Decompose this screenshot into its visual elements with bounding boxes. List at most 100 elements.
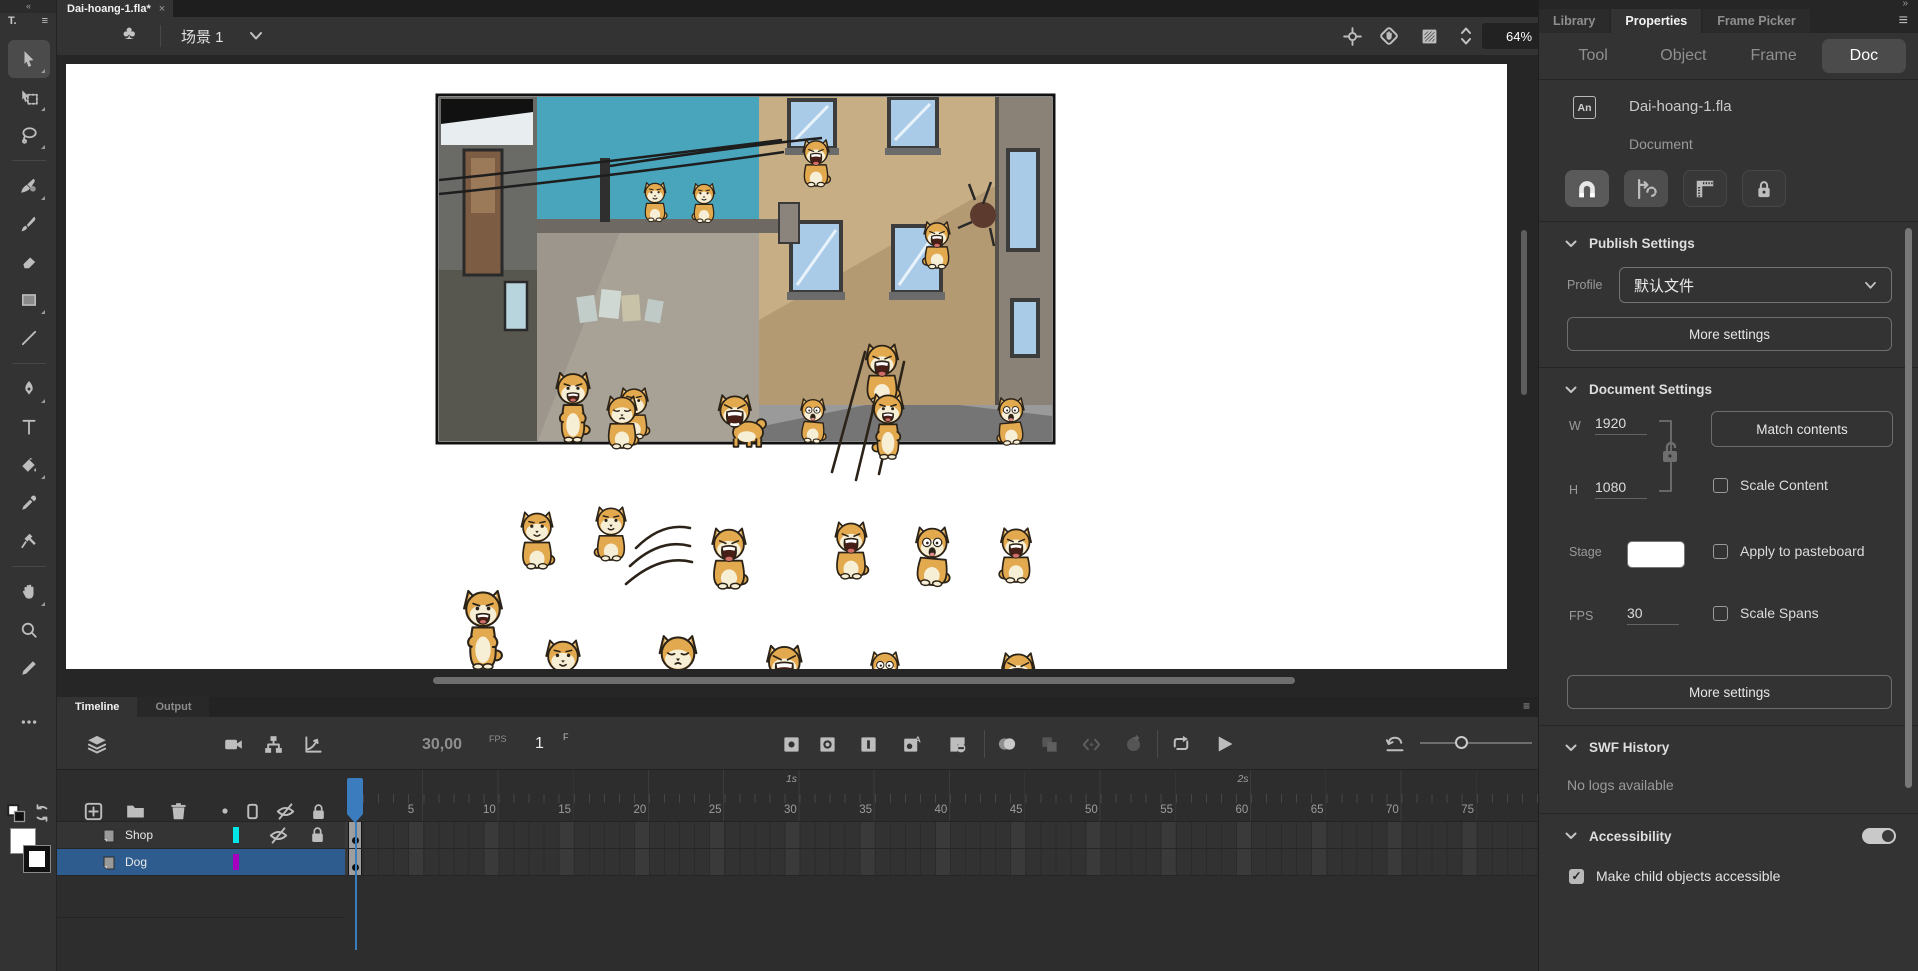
stroke-color-swatch[interactable] <box>24 846 50 872</box>
onion-skin-icon[interactable] <box>997 734 1017 754</box>
panel-menu-icon[interactable]: ≡ <box>42 15 48 27</box>
fluid-brush-tool-button[interactable] <box>8 167 50 205</box>
hand-tool-button[interactable] <box>8 573 50 611</box>
auto-keyframe-icon[interactable]: A <box>902 734 922 754</box>
play-icon[interactable] <box>1215 734 1235 754</box>
frame-row-dog[interactable] <box>345 849 1538 876</box>
tab-timeline[interactable]: Timeline <box>57 697 137 717</box>
swap-colors-icon[interactable] <box>7 804 27 824</box>
stage-canvas[interactable] <box>66 64 1507 669</box>
dog-sleep[interactable] <box>660 636 699 669</box>
layer-row-dog[interactable]: Dog <box>57 849 345 876</box>
line-tool-button[interactable] <box>8 319 50 357</box>
frame-row-shop[interactable] <box>345 822 1538 849</box>
reset-colors-icon[interactable] <box>33 804 51 822</box>
new-folder-icon[interactable] <box>125 801 145 821</box>
frame-ruler[interactable]: 510152025303540455055606570751s2s <box>345 770 1538 822</box>
timeline-zoom-slider[interactable] <box>1420 742 1532 744</box>
subtab-tool[interactable]: Tool <box>1551 39 1635 73</box>
scene-name[interactable]: 场景 1 <box>181 26 224 47</box>
selection-tool-button[interactable] <box>8 40 50 78</box>
dog-shock[interactable] <box>916 527 951 587</box>
outline-color-header-icon[interactable] <box>215 801 235 821</box>
canvas-horizontal-scrollbar[interactable] <box>433 677 1295 684</box>
zoom-tool-button[interactable] <box>8 611 50 649</box>
layer-locked-icon[interactable] <box>309 826 326 843</box>
dog-sit[interactable] <box>595 507 626 561</box>
center-stage-icon[interactable] <box>1343 27 1362 46</box>
rectangle-tool-button[interactable] <box>8 281 50 319</box>
layer-name[interactable]: Dog <box>125 855 147 869</box>
swf-history-header[interactable]: SWF History <box>1539 740 1918 755</box>
snap-align-button[interactable] <box>1624 170 1668 207</box>
new-layer-icon[interactable] <box>83 801 103 821</box>
accessibility-header[interactable]: Accessibility <box>1539 828 1918 844</box>
canvas-vertical-scrollbar[interactable] <box>1521 230 1527 395</box>
rotation-tool-icon[interactable] <box>1379 26 1399 46</box>
delete-layer-icon[interactable] <box>168 801 188 821</box>
outline-view-header-icon[interactable] <box>242 801 262 821</box>
clip-content-icon[interactable] <box>1420 27 1439 46</box>
dog-sit[interactable] <box>544 640 579 669</box>
loop-frames-icon[interactable] <box>1123 734 1143 754</box>
subselection-tool-button[interactable] <box>8 78 50 116</box>
layer-parenting-icon[interactable] <box>263 734 283 754</box>
layers-view-icon[interactable] <box>87 734 107 754</box>
classic-brush-tool-button[interactable] <box>8 205 50 243</box>
dog-scream[interactable] <box>712 528 747 588</box>
dog-angry[interactable] <box>767 646 818 669</box>
playhead[interactable] <box>347 778 363 815</box>
remove-frame-icon[interactable] <box>947 734 967 754</box>
frames-area[interactable]: 510152025303540455055606570751s2s <box>345 770 1538 971</box>
insert-keyframe-icon[interactable] <box>781 734 801 754</box>
publish-settings-header[interactable]: Publish Settings <box>1539 236 1918 251</box>
fps-value[interactable]: 30,00 <box>422 736 462 753</box>
timeline-zoom-knob[interactable] <box>1455 736 1468 749</box>
eraser-tool-button[interactable] <box>8 243 50 281</box>
stage-color-swatch[interactable] <box>1627 541 1685 568</box>
lock-guides-button[interactable] <box>1742 170 1786 207</box>
properties-menu-icon[interactable]: ≡ <box>1899 12 1908 30</box>
collapse-panel-right-icon[interactable]: » <box>1902 0 1908 9</box>
pen-tool-button[interactable] <box>8 370 50 408</box>
rulers-button[interactable] <box>1683 170 1727 207</box>
insert-blank-keyframe-icon[interactable] <box>817 734 837 754</box>
scene-dropdown-icon[interactable] <box>249 31 263 41</box>
apply-pasteboard-checkbox[interactable] <box>1713 544 1728 559</box>
document-more-settings-button[interactable]: More settings <box>1567 675 1892 709</box>
scale-content-checkbox[interactable] <box>1713 478 1728 493</box>
camera-icon[interactable] <box>223 734 243 754</box>
match-contents-button[interactable]: Match contents <box>1711 411 1893 447</box>
properties-vertical-scrollbar[interactable] <box>1905 228 1912 788</box>
width-input[interactable]: 1920 <box>1595 415 1647 435</box>
profile-dropdown[interactable]: 默认文件 <box>1619 267 1892 303</box>
link-wh-icon[interactable] <box>1651 417 1681 495</box>
eyedropper-tool-button[interactable] <box>8 484 50 522</box>
lasso-tool-button[interactable] <box>8 116 50 154</box>
document-settings-header[interactable]: Document Settings <box>1539 382 1918 397</box>
document-tab[interactable]: Dai-hoang-1.fla* × <box>57 0 173 17</box>
collapse-panel-icon[interactable]: « <box>0 0 56 13</box>
accessibility-toggle[interactable] <box>1862 828 1896 844</box>
tab-properties[interactable]: Properties <box>1611 9 1701 33</box>
loop-playback-icon[interactable] <box>1171 734 1191 754</box>
pencil-tool-button[interactable] <box>8 649 50 687</box>
more-tools-button[interactable] <box>8 703 50 741</box>
paste-frames-icon[interactable] <box>1039 734 1059 754</box>
layer-hidden-icon[interactable] <box>269 826 288 845</box>
dog-scream[interactable] <box>835 522 868 579</box>
layer-outline-color[interactable] <box>233 854 239 870</box>
dog-sit[interactable] <box>521 512 554 569</box>
subtab-doc[interactable]: Doc <box>1822 39 1906 73</box>
graph-editor-icon[interactable] <box>303 734 323 754</box>
current-frame-value[interactable]: 1 <box>535 735 544 753</box>
insert-frame-icon[interactable] <box>858 734 878 754</box>
make-child-accessible-checkbox[interactable]: ✓ <box>1569 869 1584 884</box>
lock-all-header-icon[interactable] <box>308 801 328 821</box>
symbol-edit-icon[interactable]: ♣ <box>123 23 135 45</box>
close-tab-icon[interactable]: × <box>159 3 165 15</box>
tab-frame-picker[interactable]: Frame Picker <box>1703 9 1810 33</box>
paint-bucket-tool-button[interactable] <box>8 446 50 484</box>
timeline-menu-icon[interactable]: ≡ <box>1523 699 1530 713</box>
layer-row-shop[interactable]: Shop <box>57 822 345 849</box>
